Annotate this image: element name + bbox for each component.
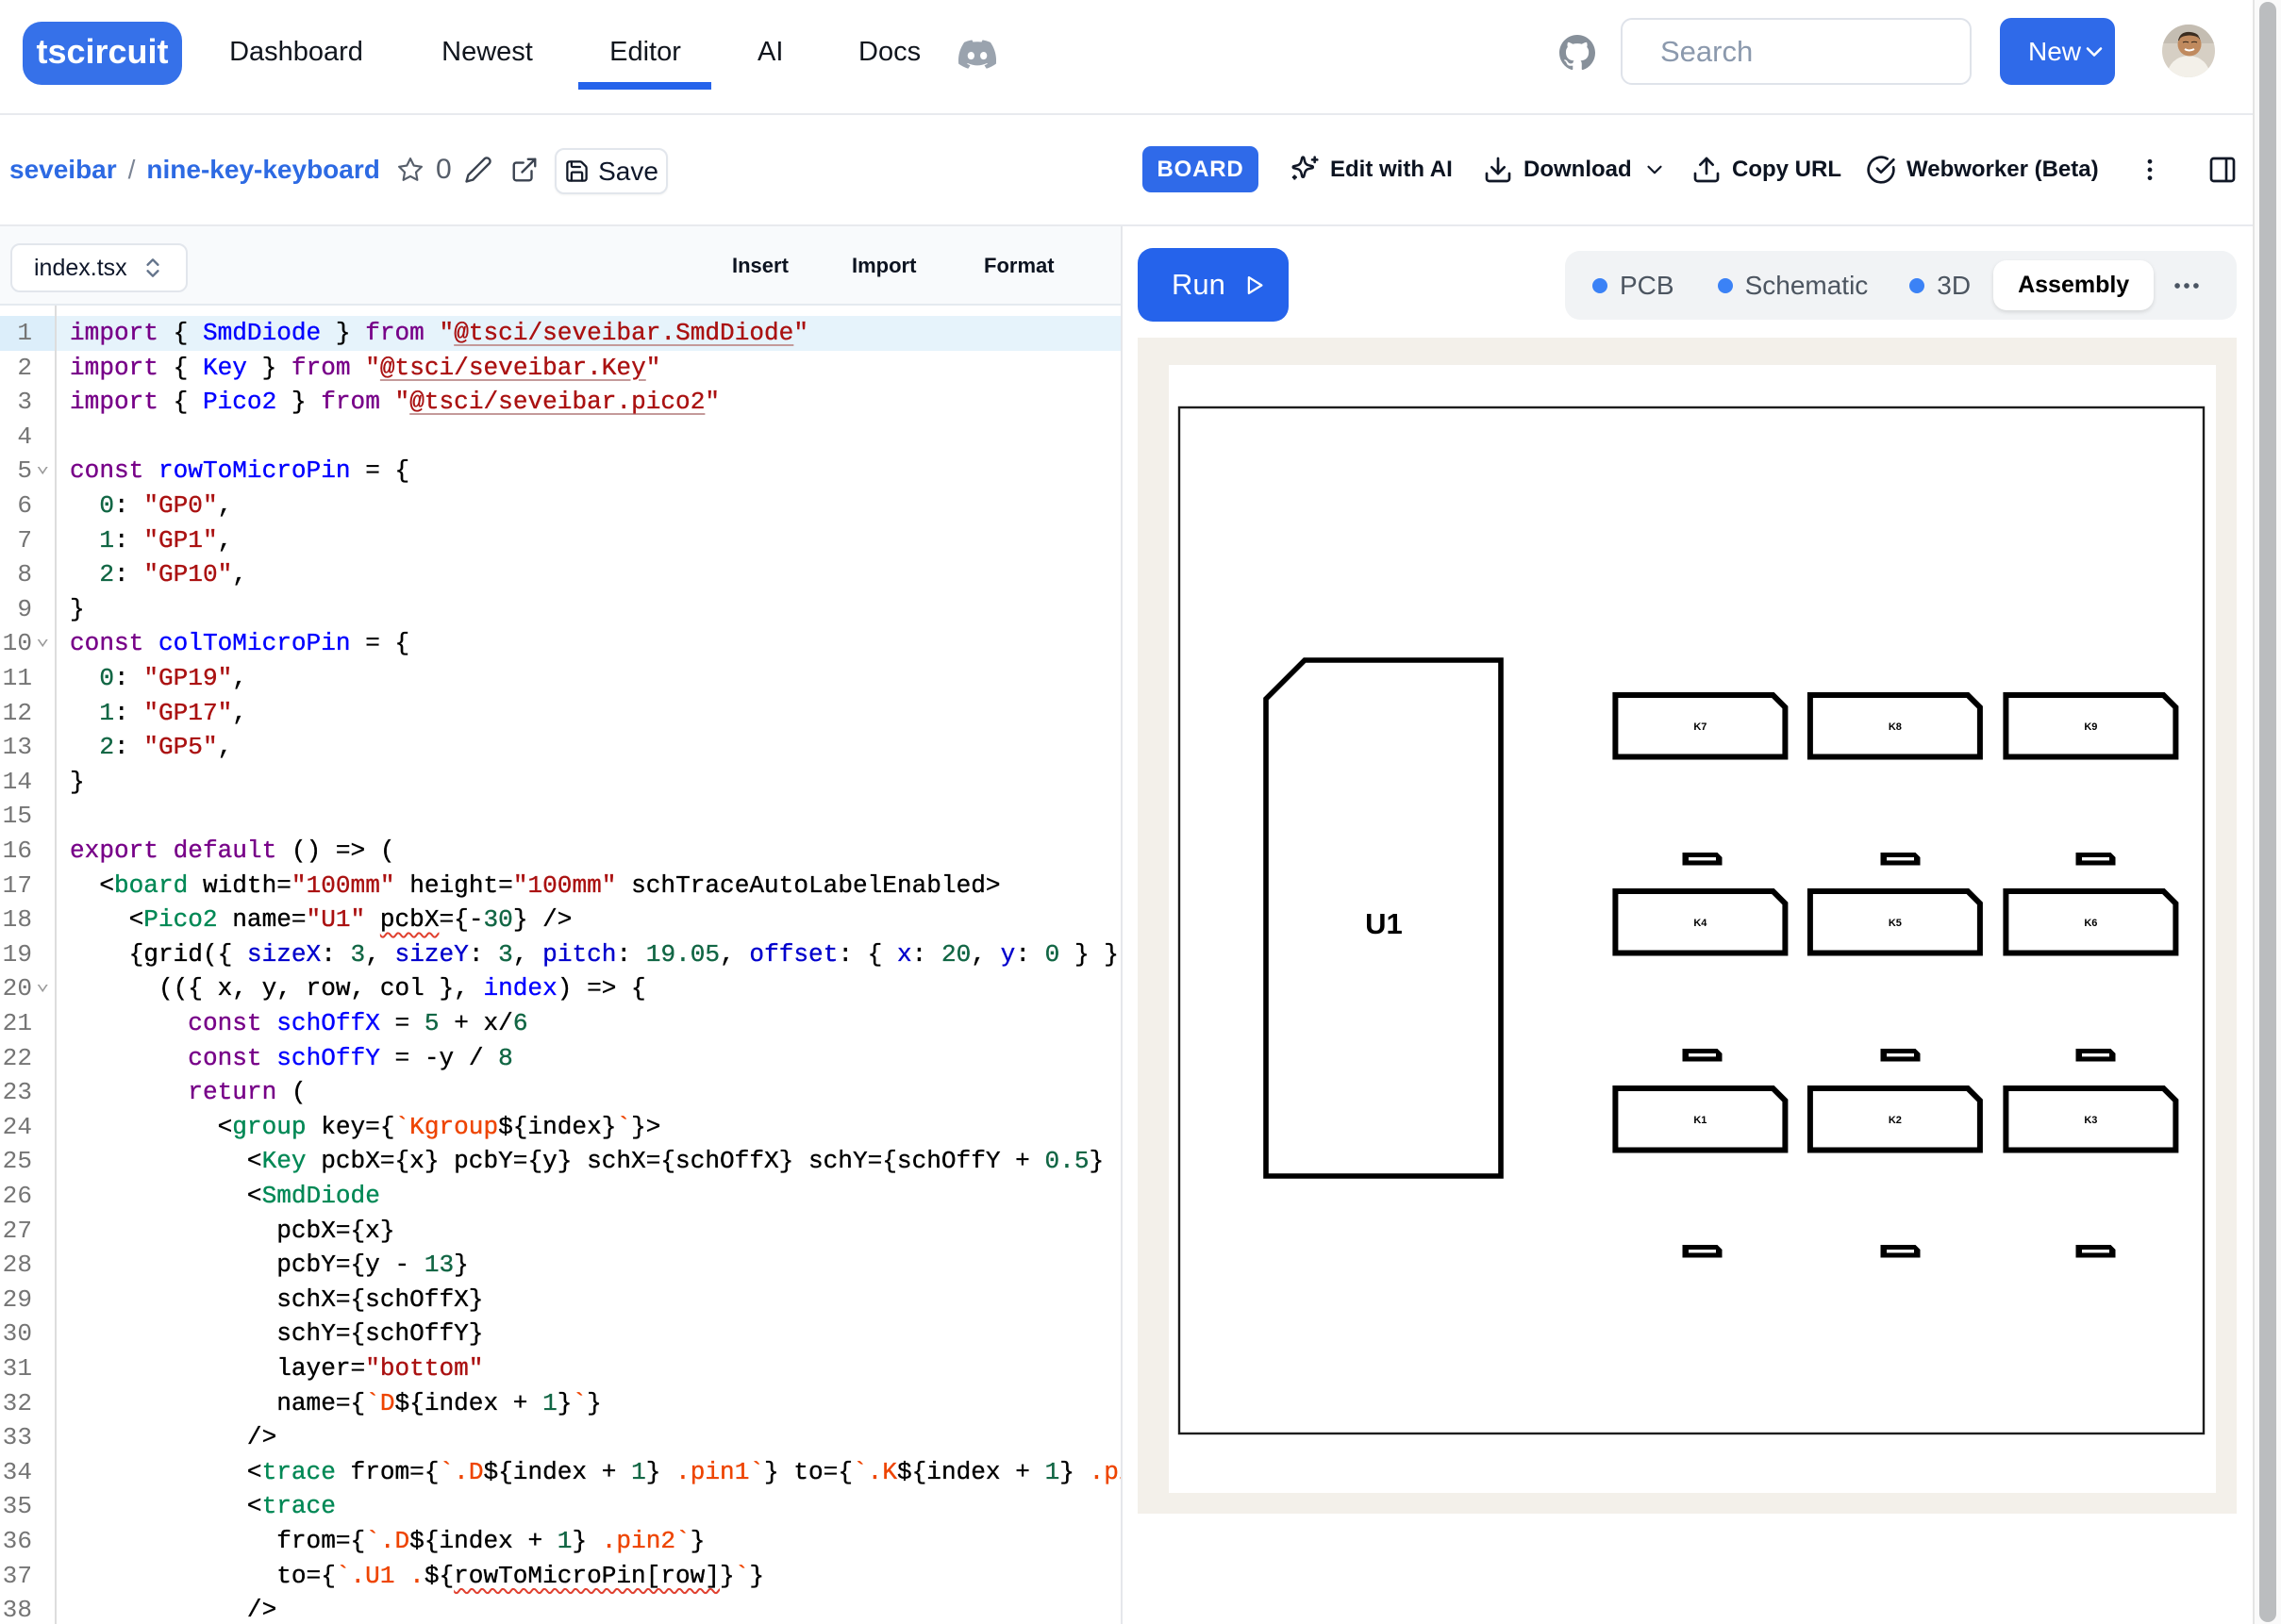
svg-text:K7: K7 [1693, 721, 1707, 733]
svg-text:K6: K6 [2084, 918, 2097, 929]
svg-text:U1: U1 [1365, 907, 1403, 940]
svg-text:K9: K9 [2084, 721, 2097, 733]
svg-text:K4: K4 [1693, 918, 1707, 929]
svg-text:K3: K3 [2084, 1115, 2097, 1126]
svg-text:K2: K2 [1889, 1115, 1902, 1126]
svg-text:K8: K8 [1889, 721, 1902, 733]
svg-text:K1: K1 [1693, 1115, 1707, 1126]
svg-text:K5: K5 [1889, 918, 1902, 929]
